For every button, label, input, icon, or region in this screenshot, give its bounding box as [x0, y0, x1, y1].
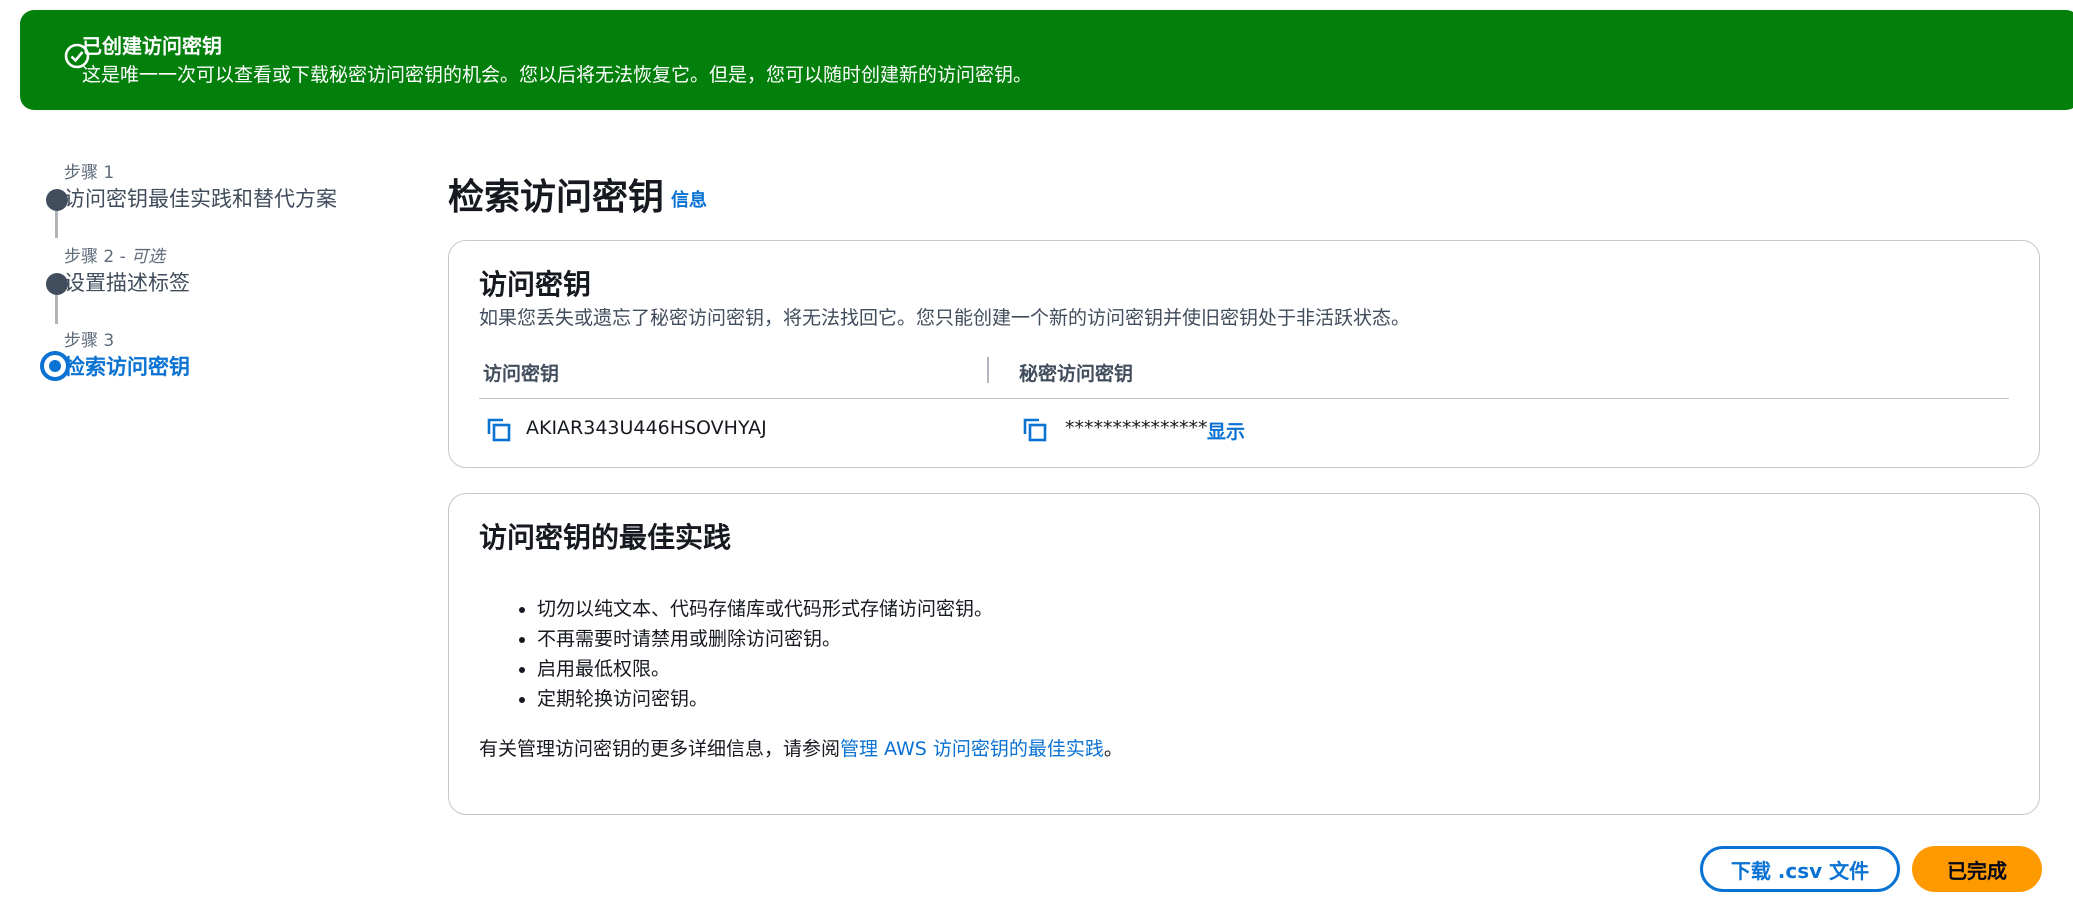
list-item: 切勿以纯文本、代码存储库或代码形式存储访问密钥。	[537, 594, 993, 624]
column-header-access-key: 访问密钥	[483, 363, 560, 385]
step-label: 步骤 1	[64, 163, 115, 183]
done-button[interactable]: 已完成	[1912, 846, 2042, 892]
download-csv-button[interactable]: 下载 .csv 文件	[1700, 846, 1900, 892]
success-flash-banner: 已创建访问密钥 这是唯一一次可以查看或下载秘密访问密钥的机会。您以后将无法恢复它…	[20, 10, 2073, 110]
flash-title: 已创建访问密钥	[82, 34, 222, 58]
step-title-active: 检索访问密钥	[64, 355, 190, 379]
page-title: 检索访问密钥	[448, 177, 665, 218]
flash-message: 这是唯一一次可以查看或下载秘密访问密钥的机会。您以后将无法恢复它。但是，您可以随…	[82, 64, 1033, 86]
copy-secret-key-icon[interactable]	[1021, 416, 1049, 444]
step-title[interactable]: 设置描述标签	[64, 267, 190, 297]
access-key-heading: 访问密钥	[479, 268, 592, 301]
best-practices-heading: 访问密钥的最佳实践	[479, 521, 732, 554]
list-item: 不再需要时请禁用或删除访问密钥。	[537, 624, 993, 654]
access-key-card: 访问密钥 如果您丢失或遗忘了秘密访问密钥，将无法找回它。您只能创建一个新的访问密…	[448, 240, 2040, 468]
step-label: 步骤 3	[64, 331, 115, 351]
step-indicator	[46, 273, 68, 295]
step-indicator-active	[40, 351, 70, 381]
list-item: 启用最低权限。	[537, 654, 993, 684]
column-header-secret-key: 秘密访问密钥	[1019, 363, 1134, 385]
copy-access-key-icon[interactable]	[485, 416, 513, 444]
access-key-value: AKIAR343U446HSOVHYAJ	[526, 417, 767, 439]
step-label: 步骤 2 - 可选	[64, 247, 166, 267]
secret-key-masked: ***************	[1065, 417, 1208, 439]
best-practices-link[interactable]: 管理 AWS 访问密钥的最佳实践	[840, 738, 1104, 760]
access-key-description: 如果您丢失或遗忘了秘密访问密钥，将无法找回它。您只能创建一个新的访问密钥并使旧密…	[479, 307, 1411, 329]
best-practices-card: 访问密钥的最佳实践 切勿以纯文本、代码存储库或代码形式存储访问密钥。 不再需要时…	[448, 493, 2040, 815]
show-secret-key-link[interactable]: 显示	[1207, 417, 1245, 444]
step-title[interactable]: 访问密钥最佳实践和替代方案	[64, 183, 337, 213]
info-link[interactable]: 信息	[671, 186, 707, 212]
column-divider	[987, 357, 989, 383]
more-info-text: 有关管理访问密钥的更多详细信息，请参阅管理 AWS 访问密钥的最佳实践。	[479, 738, 1123, 760]
best-practices-list: 切勿以纯文本、代码存储库或代码形式存储访问密钥。 不再需要时请禁用或删除访问密钥…	[509, 594, 993, 714]
step-indicator	[46, 189, 68, 211]
table-divider	[479, 398, 2009, 399]
list-item: 定期轮换访问密钥。	[537, 684, 993, 714]
check-circle-icon	[64, 43, 90, 69]
